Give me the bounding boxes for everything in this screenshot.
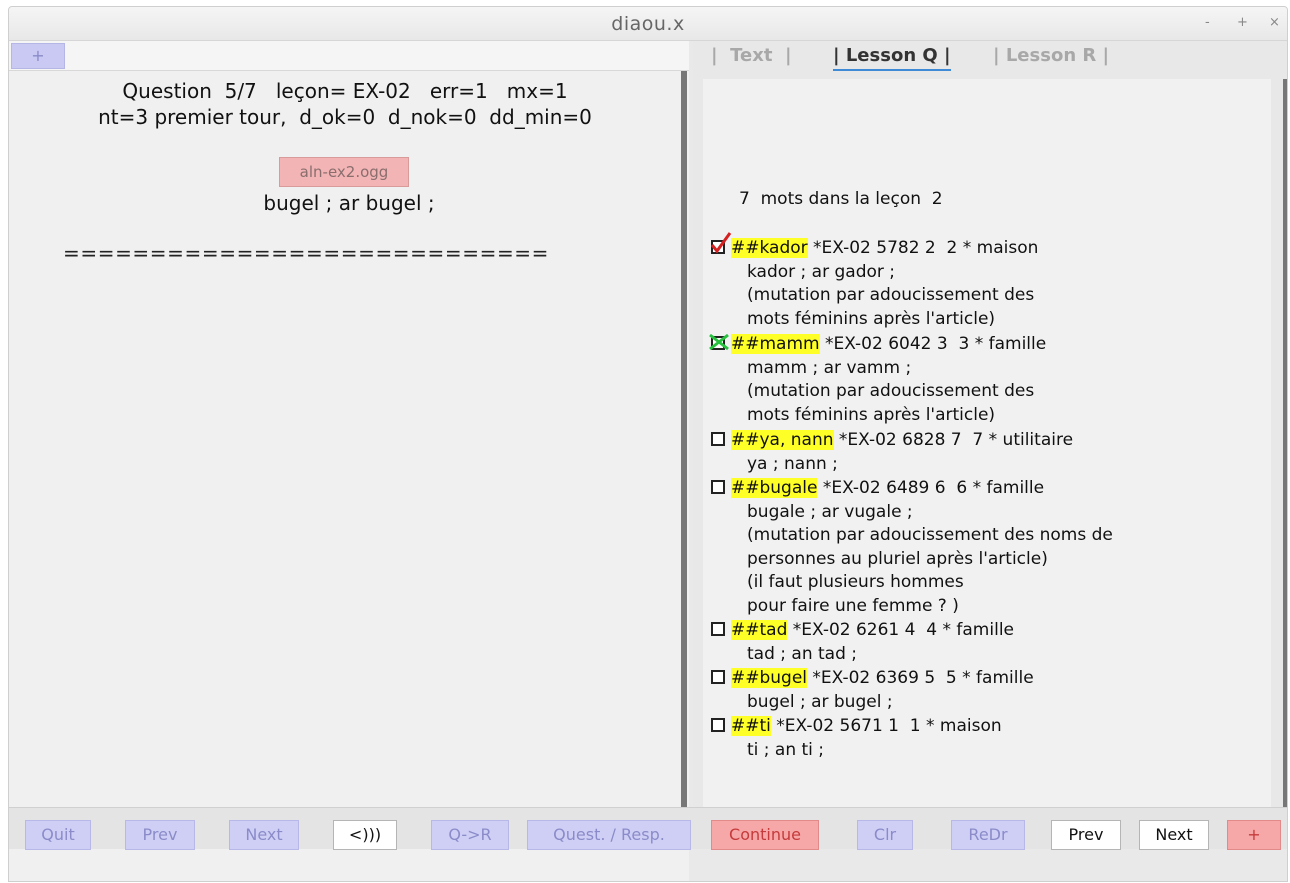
entry-line: bugale ; ar vugale ; (747, 501, 913, 522)
lesson-entry: ##bugel *EX-02 6369 5 5 * famille bugel ;… (711, 667, 1034, 714)
tab-text[interactable]: | Text | (711, 45, 792, 66)
lesson-content: 7 mots dans la leçon 2 ##kador *EX-02 57… (703, 79, 1271, 841)
checkbox-icon[interactable] (711, 718, 725, 732)
word-count-line: 7 mots dans la leçon 2 (739, 189, 943, 209)
entry-word: ##ya, nann (731, 430, 834, 450)
answer-text: bugel ; ar bugel ; (263, 191, 435, 215)
separator-line: ============================ (63, 241, 550, 265)
entry-line: bugel ; ar bugel ; (747, 691, 893, 712)
add-tab-button[interactable]: + (11, 43, 65, 69)
left-tab-bar: + (9, 41, 689, 71)
next-button-left[interactable]: Next (229, 820, 299, 850)
tab-lesson-r[interactable]: | Lesson R | (993, 45, 1109, 66)
entry-info: *EX-02 5671 1 1 * maison (770, 716, 1002, 736)
minimize-icon[interactable]: - (1205, 15, 1210, 30)
next-button-right[interactable]: Next (1139, 820, 1209, 850)
continue-button[interactable]: Continue (711, 820, 819, 850)
entry-header: ##tad *EX-02 6261 4 4 * famille (711, 619, 1014, 643)
entry-word: ##mamm (731, 334, 820, 354)
question-panel: + Question 5/7 leçon= EX-02 err=1 mx=1 n… (9, 41, 689, 881)
play-audio-button[interactable]: <))) (333, 820, 397, 850)
entry-line: ti ; an ti ; (747, 739, 825, 760)
entry-info: *EX-02 6828 7 7 * utilitaire (833, 430, 1074, 450)
entry-line: mamm ; ar vamm ; (747, 357, 912, 378)
prev-button-right[interactable]: Prev (1051, 820, 1121, 850)
entry-line: tad ; an tad ; (747, 643, 858, 664)
entry-header: ##ya, nann *EX-02 6828 7 7 * utilitaire (711, 429, 1073, 453)
tab-lesson-q[interactable]: | Lesson Q | (833, 45, 951, 71)
lesson-entry: ##bugale *EX-02 6489 6 6 * famille bugale… (711, 477, 1113, 618)
clear-button[interactable]: Clr (857, 820, 913, 850)
entry-line: kador ; ar gador ; (747, 261, 896, 282)
lesson-entry: ##ti *EX-02 5671 1 1 * maison ti ; an ti … (711, 715, 1002, 762)
checkbox-checked-icon[interactable] (710, 232, 732, 254)
plus-button[interactable]: + (1227, 820, 1281, 850)
entry-line: mots féminins après l'article) (747, 308, 996, 329)
entry-word: ##bugale (731, 478, 818, 498)
entry-word: ##ti (731, 716, 771, 736)
checkbox-icon[interactable] (711, 670, 725, 684)
checkbox-icon[interactable] (711, 622, 725, 636)
prev-button-left[interactable]: Prev (125, 820, 195, 850)
question-status-line: Question 5/7 leçon= EX-02 err=1 mx=1 (122, 79, 568, 103)
close-icon[interactable]: × (1269, 15, 1280, 30)
entry-header: ##bugale *EX-02 6489 6 6 * famille (711, 477, 1113, 501)
entry-line: ya ; nann ; (747, 453, 838, 474)
quest-resp-button[interactable]: Quest. / Resp. (527, 820, 691, 850)
entry-line: personnes au pluriel après l'article) (747, 548, 1048, 569)
lesson-entry: ##ya, nann *EX-02 6828 7 7 * utilitaire y… (711, 429, 1073, 476)
entry-line: (mutation par adoucissement des (747, 381, 1035, 401)
round-status-line: nt=3 premier tour, d_ok=0 d_nok=0 dd_min… (98, 105, 592, 129)
lesson-entry: ##tad *EX-02 6261 4 4 * famille tad ; an … (711, 619, 1014, 666)
entry-info: *EX-02 6369 5 5 * famille (807, 668, 1034, 688)
entry-info: *EX-02 5782 2 2 * maison (807, 238, 1039, 258)
entry-word: ##kador (731, 238, 808, 258)
q-to-r-button[interactable]: Q->R (431, 820, 509, 850)
entry-header: ##ti *EX-02 5671 1 1 * maison (711, 715, 1002, 739)
bottom-toolbar: Quit Prev Next <))) Q->R Quest. / Resp. … (9, 807, 1287, 850)
entry-line: mots féminins après l'article) (747, 404, 996, 425)
entry-info: *EX-02 6489 6 6 * famille (817, 478, 1045, 498)
audio-file-button[interactable]: aln-ex2.ogg (279, 157, 409, 187)
app-window: diaou.x - + × + Question 5/7 leçon= EX-0… (8, 6, 1288, 882)
lesson-entry: ##mamm *EX-02 6042 3 3 * famille mamm ; a… (709, 333, 1047, 427)
checkbox-icon[interactable] (711, 432, 725, 446)
entry-line: pour faire une femme ? ) (747, 595, 959, 616)
title-bar: diaou.x - + × (9, 7, 1287, 41)
tab-bar: | Text | | Lesson Q | | Lesson R | (693, 41, 1287, 73)
entry-word: ##bugel (731, 668, 808, 688)
lesson-panel: | Text | | Lesson Q | | Lesson R | 7 mot… (693, 41, 1287, 841)
checkbox-icon[interactable] (711, 480, 725, 494)
entry-word: ##tad (731, 620, 788, 640)
window-title: diaou.x (611, 13, 685, 35)
entry-info: *EX-02 6261 4 4 * famille (787, 620, 1014, 640)
entry-info: *EX-02 6042 3 3 * famille (819, 334, 1047, 354)
right-scrollbar[interactable] (1283, 79, 1287, 841)
entry-line: (il faut plusieurs hommes (747, 572, 964, 592)
entry-header: ##kador *EX-02 5782 2 2 * maison (710, 232, 1039, 261)
entry-line: (mutation par adoucissement des noms de (747, 525, 1113, 545)
entry-line: (mutation par adoucissement des (747, 285, 1035, 305)
quit-button[interactable]: Quit (25, 820, 91, 850)
left-scrollbar[interactable] (681, 71, 687, 841)
redraw-button[interactable]: ReDr (951, 820, 1025, 850)
maximize-icon[interactable]: + (1237, 15, 1248, 30)
entry-header: ##mamm *EX-02 6042 3 3 * famille (709, 333, 1047, 357)
entry-header: ##bugel *EX-02 6369 5 5 * famille (711, 667, 1034, 691)
checkbox-crossed-icon[interactable] (709, 333, 729, 351)
lesson-entry: ##kador *EX-02 5782 2 2 * maison kador ; … (710, 232, 1039, 331)
